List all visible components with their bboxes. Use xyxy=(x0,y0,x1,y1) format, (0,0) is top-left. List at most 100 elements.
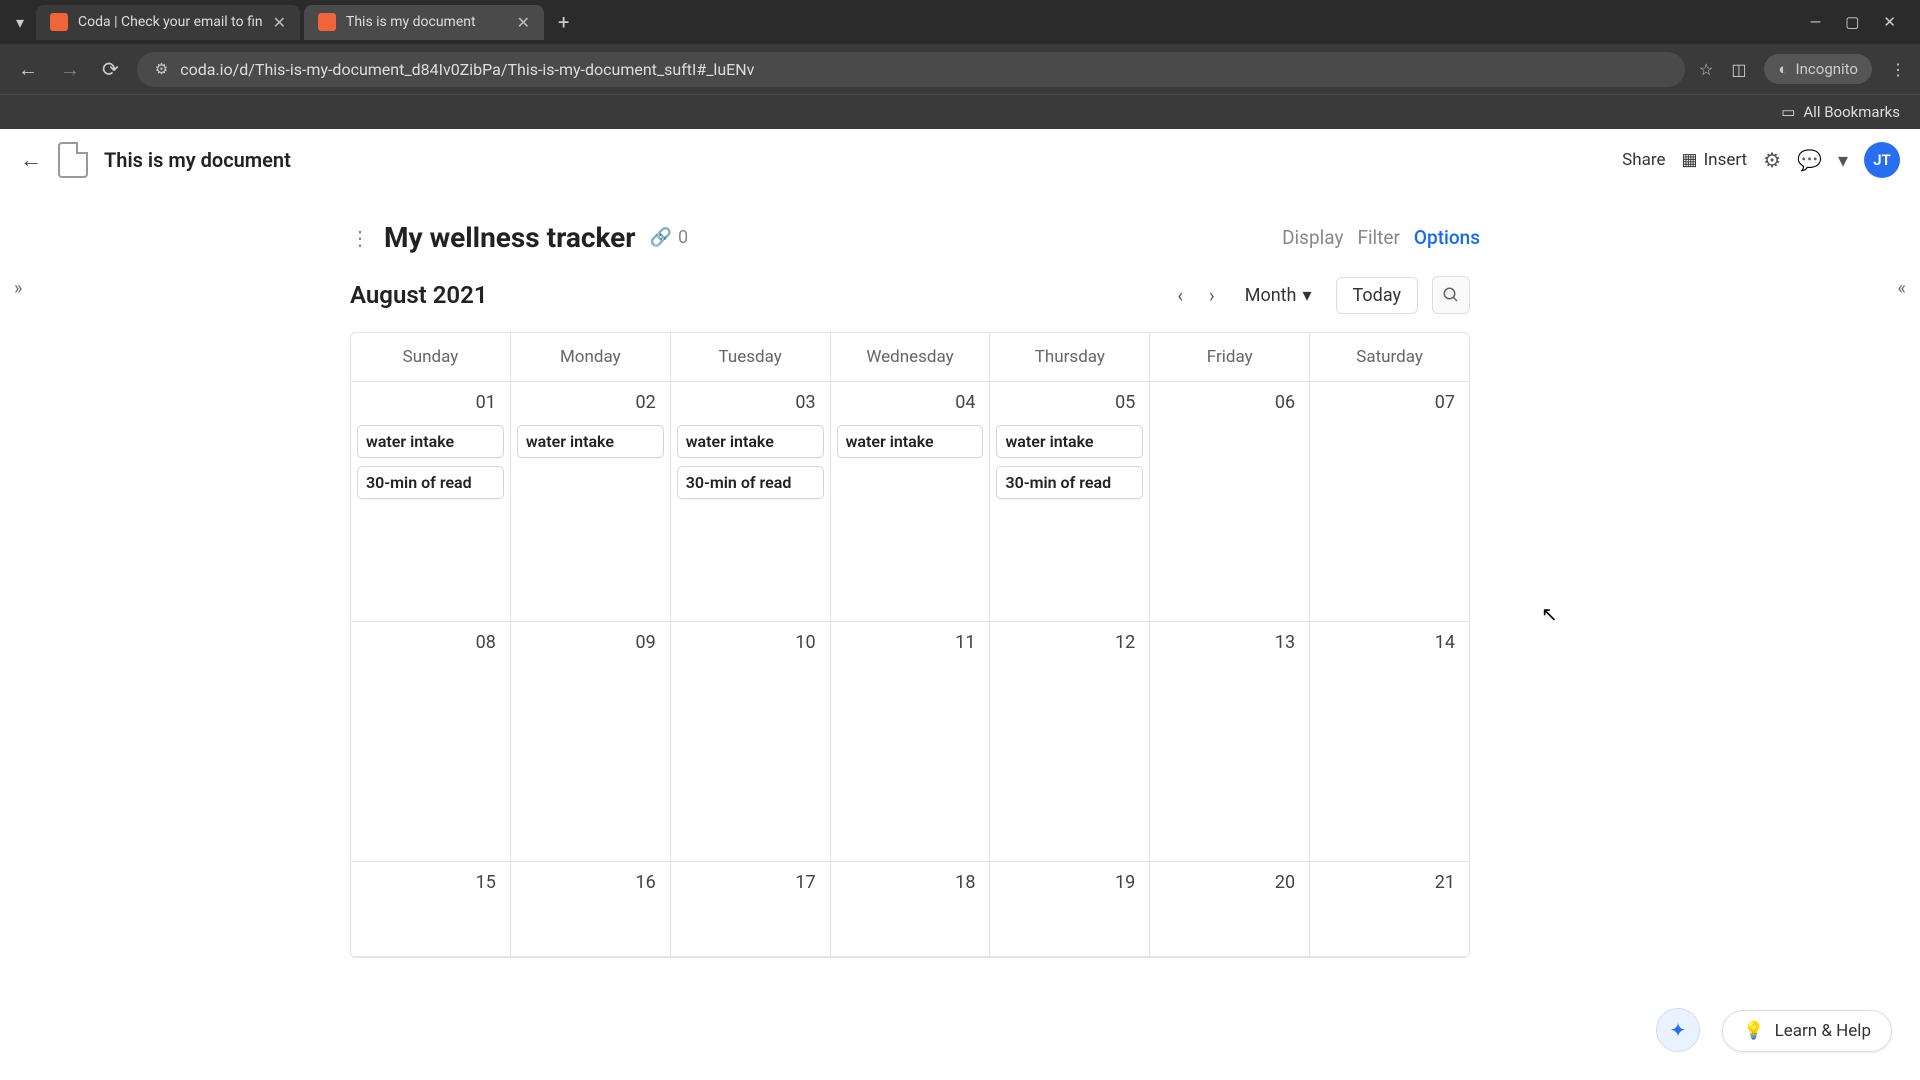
calendar-controls: August 2021 ‹ › Month ▾ Today xyxy=(350,276,1470,314)
reload-button[interactable]: ⟳ xyxy=(98,53,123,85)
calendar-day-cell[interactable]: 03 water intake 30-min of read xyxy=(671,382,831,622)
calendar-day-header: Friday xyxy=(1150,333,1310,382)
calendar-day-cell[interactable]: 01 water intake 30-min of read xyxy=(351,382,511,622)
lightbulb-icon: 💡 xyxy=(1743,1021,1764,1041)
day-number: 13 xyxy=(1156,630,1303,657)
browser-menu-icon[interactable]: ⋮ xyxy=(1890,60,1906,79)
tab-title: Coda | Check your email to fin xyxy=(78,14,263,30)
calendar-day-cell[interactable]: 11 xyxy=(831,622,991,862)
document-icon[interactable] xyxy=(58,142,88,178)
day-number: 03 xyxy=(677,390,824,417)
browser-tab[interactable]: This is my document ✕ xyxy=(304,5,544,40)
calendar-week-row: 080910 11 12 13 14 xyxy=(351,622,1469,862)
day-number: 05 xyxy=(996,390,1143,417)
day-number: 11 xyxy=(837,630,984,657)
tab-title: This is my document xyxy=(346,14,507,30)
minimize-button[interactable]: — xyxy=(1810,13,1822,31)
calendar-day-cell[interactable]: 17 xyxy=(671,862,831,957)
bookmark-star-icon[interactable]: ☆ xyxy=(1699,60,1713,79)
calendar-day-cell[interactable]: 07 xyxy=(1310,382,1469,622)
insert-button[interactable]: ▦ Insert xyxy=(1682,150,1748,170)
comments-dropdown-icon[interactable]: ▾ xyxy=(1838,148,1848,172)
day-number: 04 xyxy=(837,390,984,417)
calendar-day-cell[interactable]: 08 xyxy=(351,622,511,862)
day-number: 17 xyxy=(677,870,824,897)
view-select[interactable]: Month ▾ xyxy=(1235,279,1322,312)
calendar-day-cell[interactable]: 05 water intake 30-min of read xyxy=(990,382,1150,622)
learn-help-button[interactable]: 💡 Learn & Help xyxy=(1722,1010,1892,1052)
url-input[interactable]: ⚙ coda.io/d/This-is-my-document_d84Iv0Zi… xyxy=(137,52,1685,87)
all-bookmarks-button[interactable]: ▭ All Bookmarks xyxy=(1781,103,1900,121)
day-number: 18 xyxy=(837,870,984,897)
settings-gear-icon[interactable]: ⚙ xyxy=(1763,148,1781,172)
day-number: 07 xyxy=(1316,390,1463,417)
calendar-day-cell[interactable]: 02water intake xyxy=(511,382,671,622)
calendar-event[interactable]: water intake xyxy=(357,425,504,458)
address-bar: ← → ⟳ ⚙ coda.io/d/This-is-my-document_d8… xyxy=(0,44,1920,94)
insert-label: Insert xyxy=(1704,150,1748,170)
calendar-day-cell[interactable]: 09 xyxy=(511,622,671,862)
day-number: 12 xyxy=(996,630,1143,657)
calendar-day-cell[interactable]: 06 xyxy=(1150,382,1310,622)
calendar-day-header: Wednesday xyxy=(831,333,991,382)
link-count[interactable]: 🔗 0 xyxy=(650,227,689,248)
calendar-day-cell[interactable]: 04 water intake xyxy=(831,382,991,622)
link-icon: 🔗 xyxy=(650,227,672,248)
maximize-button[interactable]: ▢ xyxy=(1845,13,1859,31)
tracker-title[interactable]: My wellness tracker xyxy=(384,221,636,254)
calendar-event[interactable]: 30-min of read xyxy=(677,466,824,499)
calendar-day-cell[interactable]: 21 xyxy=(1310,862,1469,957)
side-panel-icon[interactable]: ◫ xyxy=(1731,60,1746,79)
incognito-badge: ◐ Incognito xyxy=(1764,54,1872,84)
back-button[interactable]: ← xyxy=(14,53,42,86)
tab-favicon xyxy=(318,13,336,31)
today-button[interactable]: Today xyxy=(1336,277,1418,314)
prev-month-button[interactable]: ‹ xyxy=(1171,280,1189,311)
calendar-event[interactable]: water intake xyxy=(996,425,1143,458)
calendar-event[interactable]: water intake xyxy=(517,425,664,458)
all-bookmarks-label: All Bookmarks xyxy=(1803,103,1900,121)
calendar-event[interactable]: water intake xyxy=(837,425,984,458)
calendar-day-cell[interactable]: 18 xyxy=(831,862,991,957)
tab-search-dropdown[interactable]: ▾ xyxy=(8,5,32,40)
calendar-day-cell[interactable]: 15 xyxy=(351,862,511,957)
document-title[interactable]: This is my document xyxy=(104,148,291,172)
next-month-button[interactable]: › xyxy=(1203,280,1221,311)
new-tab-button[interactable]: + xyxy=(548,6,579,38)
day-number: 06 xyxy=(1156,390,1303,417)
browser-tab[interactable]: Coda | Check your email to fin ✕ xyxy=(36,5,300,40)
tab-close-icon[interactable]: ✕ xyxy=(273,13,286,32)
tab-filter[interactable]: Filter xyxy=(1357,226,1399,249)
calendar-day-cell[interactable]: 19 xyxy=(990,862,1150,957)
calendar-day-header: Sunday xyxy=(351,333,511,382)
close-window-button[interactable]: ✕ xyxy=(1883,13,1896,31)
calendar-day-header: Thursday xyxy=(990,333,1150,382)
calendar-search-button[interactable] xyxy=(1432,276,1470,314)
calendar-day-cell[interactable]: 16 xyxy=(511,862,671,957)
day-number: 01 xyxy=(357,390,504,417)
tracker-menu-icon[interactable]: ⋮ xyxy=(350,226,370,250)
day-number: 10 xyxy=(677,630,824,657)
doc-back-button[interactable]: ← xyxy=(20,147,42,173)
day-number: 14 xyxy=(1316,630,1463,657)
calendar-event[interactable]: 30-min of read xyxy=(357,466,504,499)
calendar-day-cell[interactable]: 12 xyxy=(990,622,1150,862)
tab-options[interactable]: Options xyxy=(1414,226,1480,249)
tab-close-icon[interactable]: ✕ xyxy=(517,13,530,32)
calendar-grid: SundayMondayTuesdayWednesdayThursdayFrid… xyxy=(350,332,1470,958)
calendar-event[interactable]: water intake xyxy=(677,425,824,458)
calendar-day-cell[interactable]: 14 xyxy=(1310,622,1469,862)
forward-button[interactable]: → xyxy=(56,53,84,86)
share-button[interactable]: Share xyxy=(1622,150,1665,170)
search-icon xyxy=(1442,286,1460,304)
comments-icon[interactable]: 💬 xyxy=(1797,148,1822,172)
ai-assistant-button[interactable]: ✦ xyxy=(1656,1008,1700,1052)
calendar-day-cell[interactable]: 20 xyxy=(1150,862,1310,957)
site-info-icon[interactable]: ⚙ xyxy=(155,60,168,78)
calendar-day-cell[interactable]: 13 xyxy=(1150,622,1310,862)
calendar-day-cell[interactable]: 10 xyxy=(671,622,831,862)
tab-display[interactable]: Display xyxy=(1282,226,1343,249)
calendar-event[interactable]: 30-min of read xyxy=(996,466,1143,499)
month-label: August 2021 xyxy=(350,281,488,309)
user-avatar[interactable]: JT xyxy=(1864,142,1900,178)
